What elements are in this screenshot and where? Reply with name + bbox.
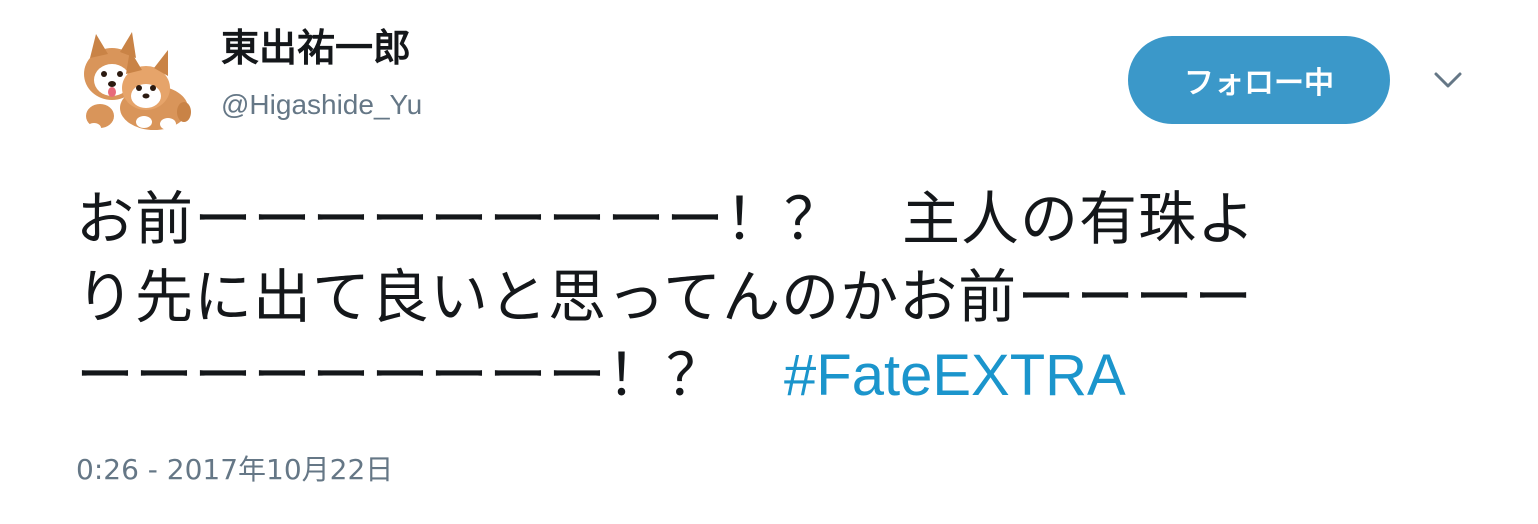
username[interactable]: @Higashide_Yu: [221, 87, 422, 123]
following-button-label: フォロー中: [1184, 66, 1334, 101]
more-options-button[interactable]: [1430, 62, 1466, 98]
tweet-text-line: り先に出て良いと思ってんのかお前ーーーー: [76, 263, 1254, 331]
display-name[interactable]: 東出祐一郎: [221, 25, 411, 71]
tweet-text-line: ーーーーーーーーー！？ #FateEXTRA: [76, 336, 1466, 415]
tweet-text-fragment: ーーーーーーーーー！？: [76, 341, 785, 409]
chevron-down-icon: [1434, 72, 1462, 88]
avatar[interactable]: [72, 24, 198, 136]
tweet-text-line: お前ーーーーーーーーー！？ 主人の有珠よ: [76, 185, 1257, 253]
hashtag-link[interactable]: #FateEXTRA: [784, 343, 1126, 408]
following-button[interactable]: フォロー中: [1128, 36, 1390, 124]
timestamp[interactable]: 0:26 - 2017年10月22日: [76, 452, 393, 488]
corgi-puppies-icon: [84, 32, 191, 133]
tweet-text: お前ーーーーーーーーー！？ 主人の有珠よ り先に出て良いと思ってんのかお前ーーー…: [76, 180, 1466, 415]
